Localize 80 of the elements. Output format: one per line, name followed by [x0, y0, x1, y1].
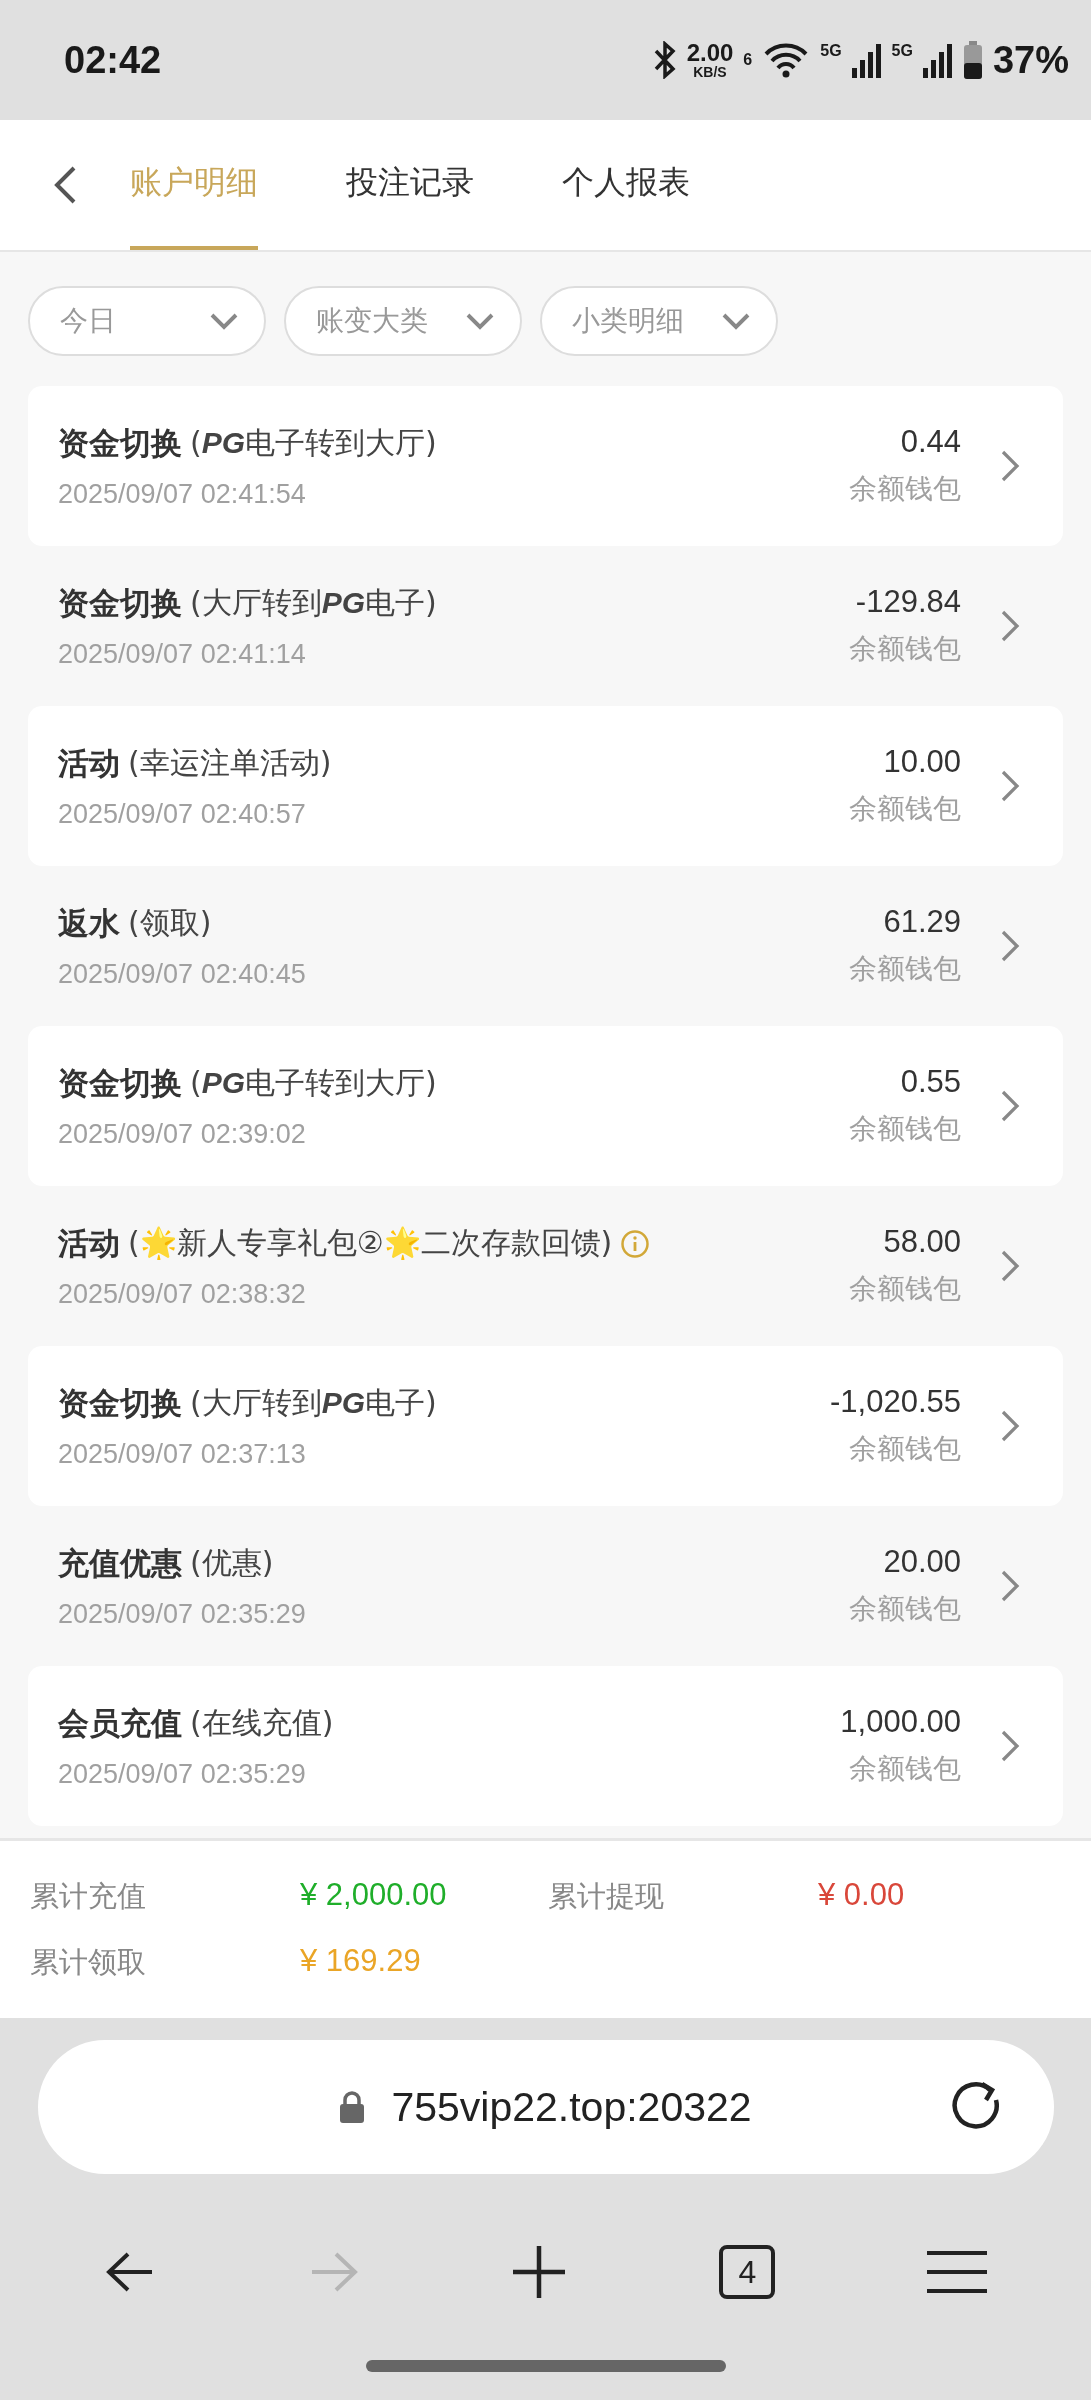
back-icon — [52, 165, 78, 205]
wallet-label: 余额钱包 — [849, 951, 961, 987]
record-detail: (幸运注单活动) — [128, 744, 332, 782]
tab-count-button[interactable]: 4 — [719, 2245, 776, 2299]
wallet-label: 余额钱包 — [849, 631, 961, 667]
record-type: 充值优惠 — [58, 1543, 182, 1583]
record-detail: (PG电子转到大厅) — [190, 424, 437, 462]
lock-icon — [339, 2091, 366, 2123]
summary-value: ¥ 0.00 — [818, 1876, 906, 1914]
signal-icon — [922, 42, 953, 78]
record-type: 活动 — [58, 1223, 120, 1263]
network-type-label: 5G — [820, 43, 842, 59]
record-detail: (大厅转到PG电子) — [190, 584, 437, 622]
wallet-label: 余额钱包 — [849, 1431, 961, 1467]
record-row[interactable]: 会员充值 (在线充值) 2025/09/07 02:35:29 1,000.00 余额钱包 — [28, 1666, 1063, 1826]
wallet-label: 余额钱包 — [849, 1111, 961, 1147]
record-detail: (大厅转到PG电子) — [190, 1384, 437, 1422]
summary-label: 累计提现 — [548, 1877, 665, 1915]
address-bar[interactable]: 755vip22.top:20322 — [37, 2040, 1054, 2174]
network-speed-unit: KB/S — [693, 65, 727, 79]
record-time: 2025/09/07 02:40:57 — [58, 798, 307, 830]
wallet-label: 余额钱包 — [849, 1751, 961, 1787]
record-row[interactable]: 资金切换 (大厅转到PG电子) 2025/09/07 02:37:13 -1,020.55 余额钱包 — [28, 1346, 1063, 1506]
battery-icon — [962, 41, 983, 79]
record-row[interactable]: 资金切换 (PG电子转到大厅) 2025/09/07 02:41:54 0.44 余额钱包 — [28, 386, 1063, 546]
record-amount: 58.00 — [883, 1224, 961, 1260]
summary-value: ¥ 2,000.00 — [300, 1876, 448, 1914]
record-time: 2025/09/07 02:35:29 — [58, 1758, 307, 1790]
record-time: 2025/09/07 02:41:14 — [58, 638, 307, 670]
menu-button[interactable] — [927, 2249, 988, 2295]
tab[interactable]: 个人报表 — [562, 120, 690, 250]
record-time: 2025/09/07 02:37:13 — [58, 1438, 307, 1470]
wallet-label: 余额钱包 — [849, 791, 961, 827]
summary-label: 累计充值 — [30, 1877, 147, 1915]
record-type: 资金切换 — [58, 1063, 182, 1103]
status-time: 02:42 — [64, 38, 162, 82]
record-detail: (🌟新人专享礼包②🌟二次存款回馈) — [128, 1224, 613, 1262]
record-amount: 61.29 — [883, 904, 961, 940]
network-speed: 2.00 — [686, 41, 734, 65]
record-row[interactable]: 资金切换 (大厅转到PG电子) 2025/09/07 02:41:14 -129.84 余额钱包 — [28, 546, 1063, 706]
wallet-label: 余额钱包 — [849, 1271, 961, 1307]
record-amount: 0.55 — [900, 1064, 961, 1100]
record-amount: -1,020.55 — [830, 1384, 961, 1420]
wallet-label: 余额钱包 — [849, 1591, 961, 1627]
signal-icon — [851, 42, 882, 78]
record-time: 2025/09/07 02:39:02 — [58, 1118, 307, 1150]
record-time: 2025/09/07 02:35:29 — [58, 1598, 307, 1630]
summary-label: 累计领取 — [30, 1943, 147, 1981]
record-amount: 1,000.00 — [840, 1704, 961, 1740]
summary-value: ¥ 169.29 — [300, 1942, 422, 1980]
record-time: 2025/09/07 02:38:32 — [58, 1278, 307, 1310]
record-amount: 10.00 — [883, 744, 961, 780]
record-type: 返水 — [58, 903, 120, 943]
record-detail: (在线充值) — [190, 1704, 334, 1742]
url-text: 755vip22.top:20322 — [391, 2083, 752, 2131]
record-row[interactable]: 资金切换 (PG电子转到大厅) 2025/09/07 02:39:02 0.55 余额钱包 — [28, 1026, 1063, 1186]
record-row[interactable]: 返水 (领取) 2025/09/07 02:40:45 61.29 余额钱包 — [28, 866, 1063, 1026]
record-type: 活动 — [58, 743, 120, 783]
record-type: 资金切换 — [58, 583, 182, 623]
record-amount: 0.44 — [900, 424, 961, 460]
new-tab-button[interactable] — [511, 2244, 568, 2300]
bluetooth-icon — [652, 41, 677, 79]
record-detail: (优惠) — [190, 1544, 274, 1582]
wallet-label: 余额钱包 — [849, 471, 961, 507]
tab[interactable]: 投注记录 — [346, 120, 474, 250]
record-time: 2025/09/07 02:40:45 — [58, 958, 307, 990]
record-detail: (PG电子转到大厅) — [190, 1064, 437, 1102]
record-time: 2025/09/07 02:41:54 — [58, 478, 307, 510]
network-type-label: 5G — [891, 43, 913, 59]
record-type: 会员充值 — [58, 1703, 182, 1743]
record-row[interactable]: 充值优惠 (优惠) 2025/09/07 02:35:29 20.00 余额钱包 — [28, 1506, 1063, 1666]
record-amount: -129.84 — [855, 584, 961, 620]
record-amount: 20.00 — [883, 1544, 961, 1580]
wifi-label: 6 — [743, 52, 753, 68]
record-row[interactable]: 活动 (幸运注单活动) 2025/09/07 02:40:57 10.00 余额钱包 — [28, 706, 1063, 866]
battery-percent: 37% — [992, 41, 1069, 79]
record-type: 资金切换 — [58, 423, 182, 463]
record-detail: (领取) — [128, 904, 212, 942]
record-row[interactable]: 活动 (🌟新人专享礼包②🌟二次存款回馈) 2025/09/07 02:38:32 58.00 余额钱包 — [28, 1186, 1063, 1346]
record-type: 资金切换 — [58, 1383, 182, 1423]
